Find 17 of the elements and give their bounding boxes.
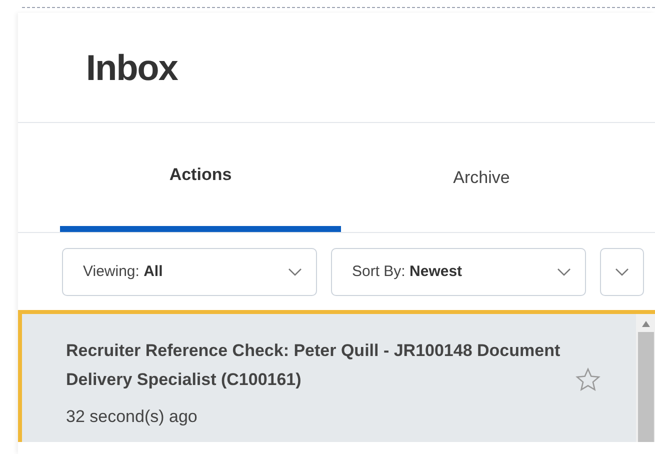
tab[interactable]: Archive — [341, 154, 622, 232]
filter-dropdown[interactable]: Viewing: All — [62, 248, 317, 296]
scroll-up-icon[interactable] — [640, 320, 650, 328]
filter-label: Sort By: Newest — [352, 262, 462, 282]
filter-dropdown[interactable]: Sort By: Newest — [331, 248, 586, 296]
page-title: Inbox — [86, 46, 178, 90]
filter-label: Viewing: All — [83, 262, 163, 282]
scrollbar[interactable] — [636, 314, 655, 442]
item-time: 32 second(s) ago — [66, 406, 198, 428]
more-dropdown[interactable] — [600, 248, 644, 296]
inbox-item[interactable]: Recruiter Reference Check: Peter Quill - JR100148 Document Delivery Specialist (C100161) 32 second(s) ago — [18, 310, 655, 442]
chevron-icon — [615, 268, 629, 276]
chevron-icon — [557, 268, 571, 276]
star-icon[interactable] — [575, 367, 601, 393]
item-title: Recruiter Reference Check: Peter Quill - JR100148 Document Delivery Specialist (C100161) — [66, 340, 562, 391]
chevron-icon — [288, 268, 302, 276]
tab[interactable]: Actions — [60, 154, 341, 232]
